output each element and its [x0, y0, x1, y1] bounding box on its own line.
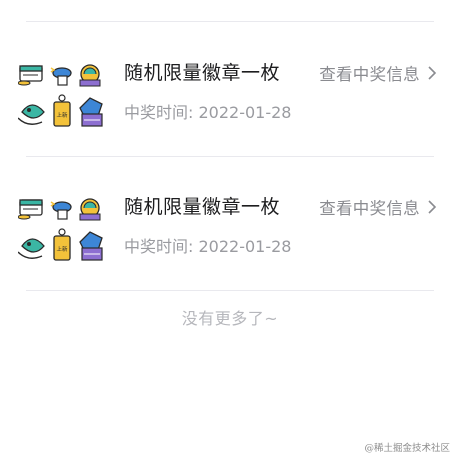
- prize-record-item[interactable]: 上新 随机限量徽章一枚 中奖时间: 2022-01-28 查看中奖信息: [0, 177, 460, 291]
- win-time: 中奖时间: 2022-01-28: [124, 237, 292, 256]
- badge-collection-icon: 上新: [18, 198, 103, 261]
- chevron-right-icon: [428, 66, 437, 80]
- badge-tag-text: 上新: [56, 111, 68, 119]
- badge-collection-icon: 上新: [18, 64, 103, 127]
- watermark: @稀土掘金技术社区: [364, 443, 450, 454]
- lottery-record-page: 上新 随机限量徽章一枚 中奖时间: 2022-01-28 查看中奖信息 上新 随…: [0, 0, 460, 460]
- top-divider: [26, 21, 434, 22]
- view-prize-info-link[interactable]: 查看中奖信息: [319, 195, 438, 219]
- view-prize-info-label: 查看中奖信息: [319, 199, 420, 218]
- win-time: 中奖时间: 2022-01-28: [124, 103, 292, 122]
- row-divider: [26, 156, 434, 157]
- row-divider: [26, 290, 434, 291]
- no-more-text: 没有更多了~: [181, 309, 279, 328]
- badge-tag-text: 上新: [56, 245, 68, 253]
- prize-title: 随机限量徽章一枚: [124, 62, 281, 84]
- prize-title: 随机限量徽章一枚: [124, 196, 281, 218]
- chevron-right-icon: [428, 200, 437, 214]
- view-prize-info-link[interactable]: 查看中奖信息: [319, 61, 438, 85]
- view-prize-info-label: 查看中奖信息: [319, 65, 420, 84]
- prize-record-item[interactable]: 上新 随机限量徽章一枚 中奖时间: 2022-01-28 查看中奖信息: [0, 43, 460, 157]
